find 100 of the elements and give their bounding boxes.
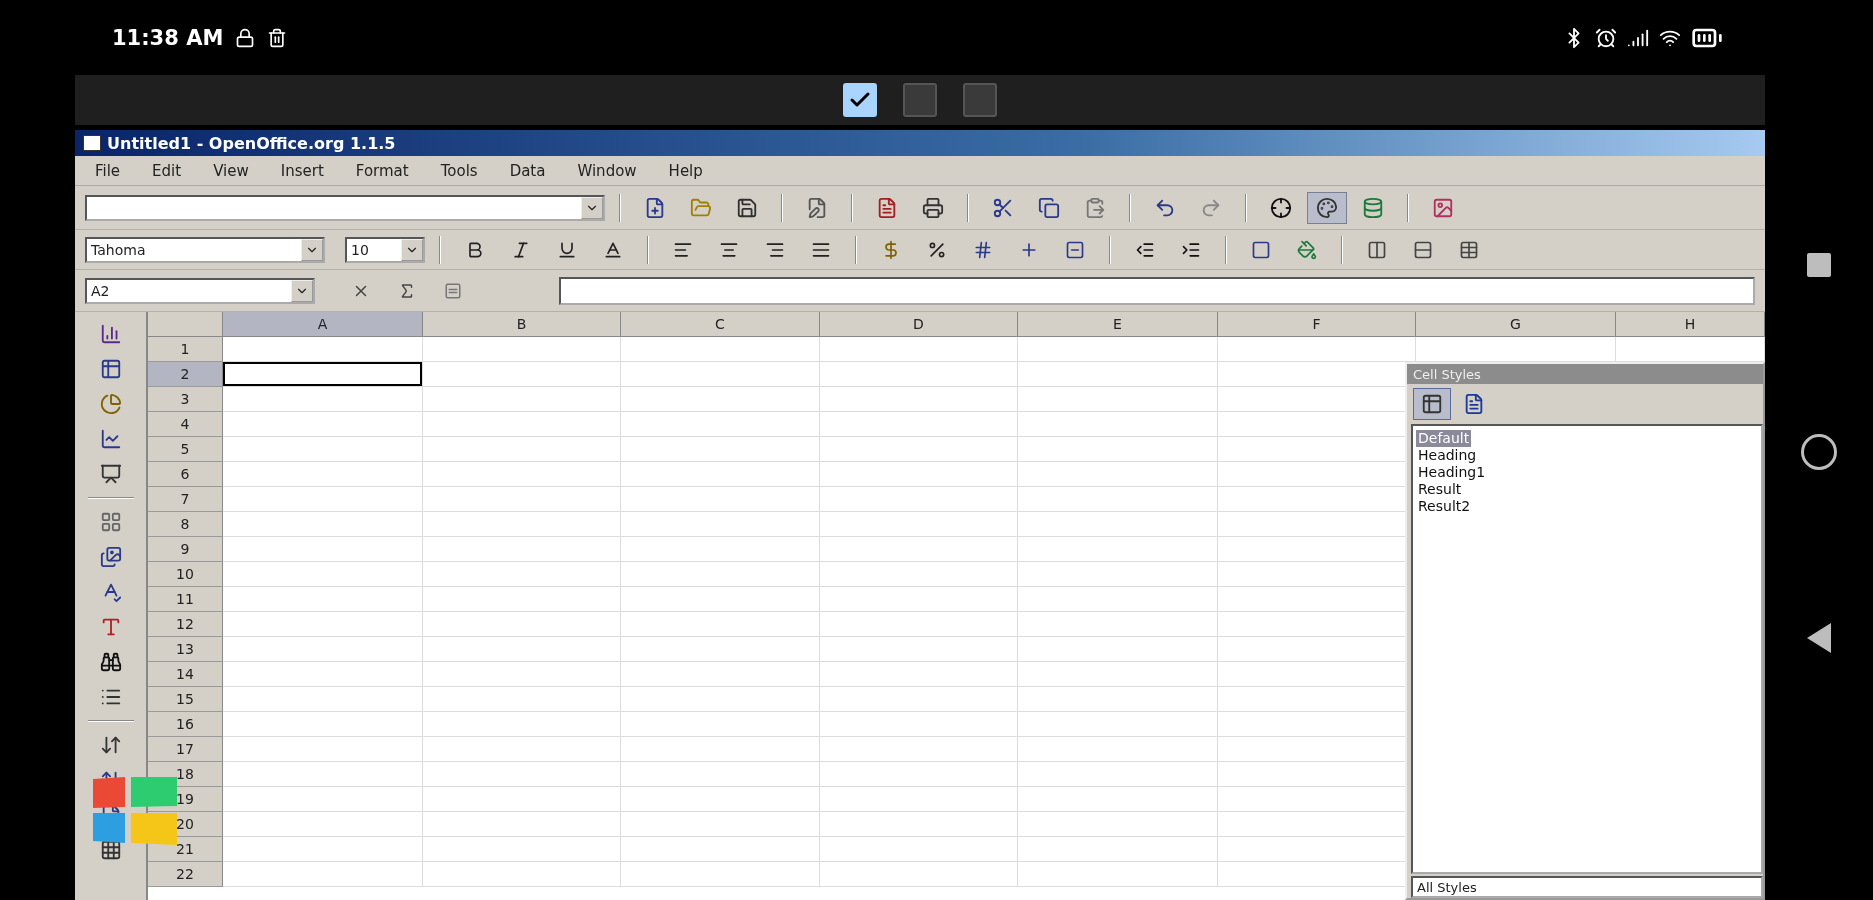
spreadsheet-cell[interactable] bbox=[820, 337, 1018, 362]
row-header[interactable]: 14 bbox=[148, 662, 223, 687]
column-header[interactable]: E bbox=[1018, 312, 1218, 337]
spreadsheet-cell[interactable] bbox=[1018, 412, 1218, 437]
spreadsheet-cell[interactable] bbox=[223, 387, 423, 412]
menu-item[interactable]: Edit bbox=[136, 159, 198, 182]
spreadsheet-cell[interactable] bbox=[423, 837, 621, 862]
dropdown-button[interactable] bbox=[581, 196, 603, 219]
menu-item[interactable]: Insert bbox=[264, 159, 340, 182]
spreadsheet-cell[interactable] bbox=[621, 812, 820, 837]
menu-item[interactable]: Window bbox=[561, 159, 653, 182]
spreadsheet-cell[interactable] bbox=[820, 787, 1018, 812]
spreadsheet-cell[interactable] bbox=[1018, 762, 1218, 787]
spreadsheet-cell[interactable] bbox=[621, 537, 820, 562]
spreadsheet-cell[interactable] bbox=[820, 812, 1018, 837]
spreadsheet-cell[interactable] bbox=[223, 862, 423, 887]
home-button[interactable] bbox=[1801, 434, 1837, 470]
dropdown-button[interactable] bbox=[301, 238, 323, 261]
spreadsheet-cell[interactable] bbox=[1018, 662, 1218, 687]
column-header[interactable]: H bbox=[1616, 312, 1765, 337]
stylist-button[interactable] bbox=[1307, 191, 1347, 224]
row-header[interactable]: 9 bbox=[148, 537, 223, 562]
row-header[interactable]: 10 bbox=[148, 562, 223, 587]
row-header[interactable]: 2 bbox=[148, 362, 223, 387]
spreadsheet-cell[interactable] bbox=[423, 812, 621, 837]
spreadsheet-cell[interactable] bbox=[223, 337, 423, 362]
spreadsheet-cell[interactable] bbox=[820, 512, 1018, 537]
row-header[interactable]: 11 bbox=[148, 587, 223, 612]
spreadsheet-cell[interactable] bbox=[621, 687, 820, 712]
row-header[interactable]: 7 bbox=[148, 487, 223, 512]
back-button[interactable] bbox=[1807, 623, 1831, 653]
row-header[interactable]: 15 bbox=[148, 687, 223, 712]
row-header[interactable]: 5 bbox=[148, 437, 223, 462]
spreadsheet-cell[interactable] bbox=[223, 537, 423, 562]
spreadsheet-cell[interactable] bbox=[621, 387, 820, 412]
column-header[interactable]: D bbox=[820, 312, 1018, 337]
spreadsheet-cell[interactable] bbox=[223, 812, 423, 837]
row-header[interactable]: 1 bbox=[148, 337, 223, 362]
spreadsheet-cell[interactable] bbox=[223, 687, 423, 712]
spreadsheet-cell[interactable] bbox=[223, 762, 423, 787]
spreadsheet-cell[interactable] bbox=[423, 637, 621, 662]
column-header[interactable]: F bbox=[1218, 312, 1416, 337]
row-header[interactable]: 4 bbox=[148, 412, 223, 437]
spreadsheet-cell[interactable] bbox=[1018, 562, 1218, 587]
cell-style-button[interactable] bbox=[1413, 388, 1451, 420]
spreadsheet-cell[interactable] bbox=[423, 712, 621, 737]
row-header[interactable]: 22 bbox=[148, 862, 223, 887]
spreadsheet-cell[interactable] bbox=[1018, 737, 1218, 762]
column-header[interactable]: C bbox=[621, 312, 820, 337]
spreadsheet-cell[interactable] bbox=[820, 387, 1018, 412]
spreadsheet-cell[interactable] bbox=[1018, 337, 1218, 362]
dropdown-button[interactable] bbox=[401, 238, 423, 261]
spreadsheet-cell[interactable] bbox=[820, 662, 1018, 687]
row-header[interactable]: 17 bbox=[148, 737, 223, 762]
spreadsheet-cell[interactable] bbox=[1018, 612, 1218, 637]
spreadsheet-cell[interactable] bbox=[1018, 587, 1218, 612]
spreadsheet-cell[interactable] bbox=[223, 562, 423, 587]
spreadsheet-cell[interactable] bbox=[621, 512, 820, 537]
formula-input-field[interactable] bbox=[559, 276, 1755, 305]
spreadsheet-cell[interactable] bbox=[621, 712, 820, 737]
spreadsheet-cell[interactable] bbox=[621, 737, 820, 762]
spreadsheet-cell[interactable] bbox=[423, 512, 621, 537]
menu-item[interactable]: File bbox=[79, 159, 137, 182]
spreadsheet-cell[interactable] bbox=[423, 387, 621, 412]
spreadsheet-cell[interactable] bbox=[820, 737, 1018, 762]
font-size-field[interactable]: 10 bbox=[345, 236, 425, 263]
spreadsheet-cell[interactable] bbox=[223, 837, 423, 862]
spreadsheet-cell[interactable] bbox=[423, 437, 621, 462]
recent-apps-button[interactable] bbox=[1807, 253, 1831, 277]
spreadsheet-cell[interactable] bbox=[223, 487, 423, 512]
spreadsheet-cell[interactable] bbox=[1018, 462, 1218, 487]
spreadsheet-cell[interactable] bbox=[423, 487, 621, 512]
column-header[interactable]: G bbox=[1416, 312, 1616, 337]
spreadsheet-cell[interactable] bbox=[1018, 512, 1218, 537]
header-corner[interactable] bbox=[148, 312, 223, 337]
spreadsheet-cell[interactable] bbox=[1018, 687, 1218, 712]
spreadsheet-cell[interactable] bbox=[423, 687, 621, 712]
spreadsheet-cell[interactable] bbox=[223, 787, 423, 812]
screen-checkbox[interactable] bbox=[903, 83, 937, 117]
cell-reference-field[interactable]: A2 bbox=[85, 277, 315, 304]
spreadsheet-cell[interactable] bbox=[621, 787, 820, 812]
spreadsheet-cell[interactable] bbox=[1018, 862, 1218, 887]
spreadsheet-cell[interactable] bbox=[820, 712, 1018, 737]
spreadsheet-cell[interactable] bbox=[820, 587, 1018, 612]
menu-item[interactable]: Data bbox=[493, 159, 562, 182]
screen-checkbox[interactable] bbox=[963, 83, 997, 117]
row-header[interactable]: 3 bbox=[148, 387, 223, 412]
spreadsheet-cell[interactable] bbox=[621, 337, 820, 362]
style-list-item[interactable]: Heading bbox=[1416, 447, 1479, 464]
spreadsheet-cell[interactable] bbox=[223, 712, 423, 737]
spreadsheet-cell[interactable] bbox=[423, 737, 621, 762]
spreadsheet-cell[interactable] bbox=[820, 437, 1018, 462]
spreadsheet-cell[interactable] bbox=[621, 587, 820, 612]
spreadsheet-cell[interactable] bbox=[820, 412, 1018, 437]
spreadsheet-cell[interactable] bbox=[1018, 437, 1218, 462]
spreadsheet-cell[interactable] bbox=[223, 412, 423, 437]
spreadsheet-cell[interactable] bbox=[423, 462, 621, 487]
spreadsheet-cell[interactable] bbox=[1018, 537, 1218, 562]
spreadsheet-cell[interactable] bbox=[1018, 787, 1218, 812]
spreadsheet-cell[interactable] bbox=[423, 762, 621, 787]
